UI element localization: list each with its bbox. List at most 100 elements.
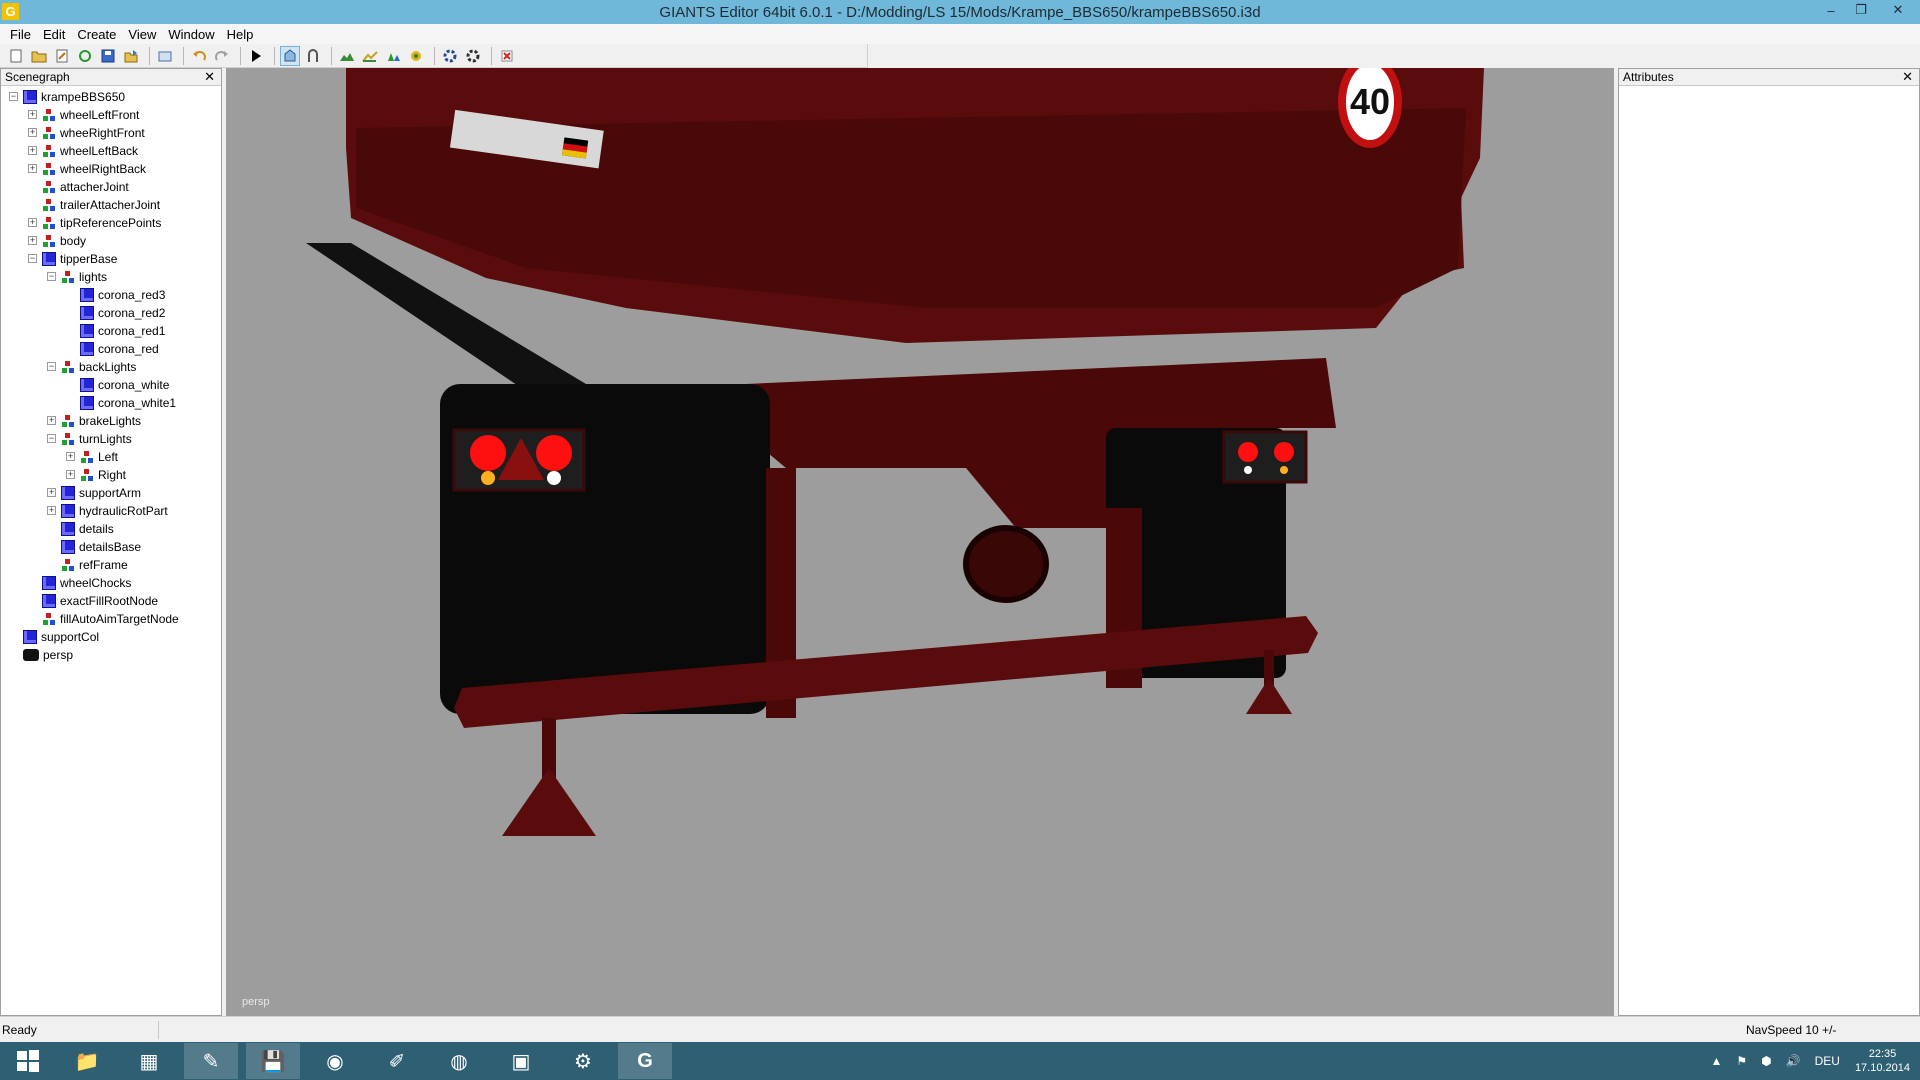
scenegraph-node[interactable]: persp — [23, 646, 73, 664]
reload-icon[interactable] — [75, 46, 95, 66]
scenegraph-node[interactable]: corona_red — [80, 340, 159, 358]
menu-edit[interactable]: Edit — [37, 27, 71, 42]
scenegraph-node[interactable]: + wheelLeftBack — [28, 142, 138, 160]
collapse-node-button[interactable]: − — [47, 272, 56, 281]
close-window-button[interactable]: ✕ — [1876, 0, 1920, 20]
scenegraph-node[interactable]: corona_white1 — [80, 394, 176, 412]
expand-node-button[interactable]: + — [66, 470, 75, 479]
scenegraph-node[interactable]: refFrame — [61, 556, 128, 574]
scenegraph-node[interactable]: − tipperBase — [28, 250, 117, 268]
expand-node-button[interactable]: + — [47, 506, 56, 515]
import-icon[interactable] — [155, 46, 175, 66]
foliage-icon[interactable] — [383, 46, 403, 66]
delete-icon[interactable] — [497, 46, 517, 66]
scenegraph-node[interactable]: corona_red3 — [80, 286, 165, 304]
scenegraph-node[interactable]: − krampeBBS650 — [9, 88, 125, 106]
expand-node-button[interactable]: + — [28, 164, 37, 173]
file-explorer-icon[interactable]: 📁 — [60, 1043, 114, 1079]
volume-icon[interactable]: 🔊 — [1786, 1054, 1801, 1068]
menu-file[interactable]: File — [4, 27, 37, 42]
scenegraph-node[interactable]: − backLights — [47, 358, 136, 376]
scenegraph-node[interactable]: + wheelRightBack — [28, 160, 146, 178]
settings-icon[interactable] — [440, 46, 460, 66]
notepad-icon[interactable]: ✎ — [184, 1043, 238, 1079]
scenegraph-node[interactable]: + brakeLights — [47, 412, 141, 430]
taskbar-clock[interactable]: 22:35 17.10.2014 — [1855, 1047, 1910, 1075]
action-center-flag-icon[interactable]: ⚑ — [1736, 1054, 1747, 1068]
scenegraph-node[interactable]: corona_red1 — [80, 322, 165, 340]
teamspeak-icon[interactable]: ◍ — [432, 1043, 486, 1079]
expand-node-button[interactable]: + — [28, 146, 37, 155]
paint-icon[interactable] — [360, 46, 380, 66]
network-icon[interactable]: ⬢ — [1761, 1054, 1771, 1068]
transform-group-icon — [42, 108, 56, 122]
scenegraph-node[interactable]: attacherJoint — [42, 178, 129, 196]
scenegraph-node[interactable]: detailsBase — [61, 538, 141, 556]
expand-node-button[interactable]: + — [28, 110, 37, 119]
expand-node-button[interactable]: + — [28, 236, 37, 245]
decal-icon[interactable] — [406, 46, 426, 66]
expand-node-button[interactable]: + — [66, 452, 75, 461]
terrain-icon[interactable] — [337, 46, 357, 66]
scenegraph-node-label: attacherJoint — [60, 180, 129, 194]
giants-app-icon[interactable]: G — [2, 3, 19, 20]
scenegraph-node[interactable]: + Right — [66, 466, 126, 484]
minimize-button[interactable]: – — [1816, 0, 1846, 20]
menu-create[interactable]: Create — [71, 27, 122, 42]
windows-start-icon[interactable] — [4, 1043, 52, 1079]
new-file-icon[interactable] — [6, 46, 26, 66]
scenegraph-node[interactable]: wheelChocks — [42, 574, 131, 592]
menu-help[interactable]: Help — [221, 27, 260, 42]
menu-view[interactable]: View — [122, 27, 162, 42]
paint-tool-icon[interactable]: ✐ — [370, 1043, 424, 1079]
3d-viewport[interactable]: 40 persp — [226, 68, 1614, 1016]
expand-node-button[interactable]: + — [47, 488, 56, 497]
undo-icon[interactable] — [189, 46, 209, 66]
expand-node-button[interactable]: + — [47, 416, 56, 425]
save-icon[interactable] — [98, 46, 118, 66]
scenegraph-node[interactable]: + supportArm — [47, 484, 141, 502]
expand-node-button[interactable]: + — [28, 218, 37, 227]
expand-node-button[interactable]: + — [28, 128, 37, 137]
scenegraph-node[interactable]: + body — [28, 232, 86, 250]
collapse-node-button[interactable]: − — [47, 362, 56, 371]
scenegraph-node[interactable]: + hydraulicRotPart — [47, 502, 168, 520]
chrome-icon[interactable]: ◉ — [308, 1043, 362, 1079]
language-indicator[interactable]: DEU — [1815, 1054, 1840, 1068]
close-attributes-button[interactable]: ✕ — [1902, 69, 1913, 85]
settings-alt-icon[interactable] — [463, 46, 483, 66]
floppy-save-icon[interactable]: 💾 — [246, 1043, 300, 1079]
store-icon[interactable]: ▣ — [494, 1043, 548, 1079]
scenegraph-node[interactable]: + wheelLeftFront — [28, 106, 139, 124]
calculator-icon[interactable]: ▦ — [122, 1043, 176, 1079]
scenegraph-node[interactable]: − turnLights — [47, 430, 132, 448]
tray-chevron-icon[interactable]: ▲ — [1711, 1054, 1723, 1068]
collapse-node-button[interactable]: − — [47, 434, 56, 443]
scenegraph-node[interactable]: + wheeRightFront — [28, 124, 145, 142]
shape-node-icon — [61, 522, 75, 536]
scenegraph-node[interactable]: + tipReferencePoints — [28, 214, 161, 232]
giants-editor-icon[interactable]: G — [618, 1043, 672, 1079]
scenegraph-node[interactable]: corona_white — [80, 376, 169, 394]
edit-file-icon[interactable] — [52, 46, 72, 66]
play-icon[interactable] — [246, 46, 266, 66]
open-file-icon[interactable] — [29, 46, 49, 66]
scenegraph-node[interactable]: fillAutoAimTargetNode — [42, 610, 179, 628]
scenegraph-node[interactable]: corona_red2 — [80, 304, 165, 322]
scenegraph-node[interactable]: exactFillRootNode — [42, 592, 158, 610]
scenegraph-node[interactable]: supportCol — [23, 628, 99, 646]
menu-window[interactable]: Window — [162, 27, 220, 42]
select-tool-icon[interactable] — [280, 45, 300, 66]
collapse-node-button[interactable]: − — [9, 92, 18, 101]
scenegraph-node[interactable]: − lights — [47, 268, 107, 286]
scenegraph-node[interactable]: details — [61, 520, 114, 538]
magnet-icon[interactable] — [303, 46, 323, 66]
restore-button[interactable]: ❐ — [1846, 0, 1876, 20]
close-scenegraph-button[interactable]: ✕ — [204, 69, 215, 85]
export-icon[interactable] — [121, 46, 141, 66]
scenegraph-node[interactable]: trailerAttacherJoint — [42, 196, 160, 214]
redo-icon[interactable] — [212, 46, 232, 66]
scenegraph-node[interactable]: + Left — [66, 448, 118, 466]
steam-icon[interactable]: ⚙ — [556, 1043, 610, 1079]
collapse-node-button[interactable]: − — [28, 254, 37, 263]
